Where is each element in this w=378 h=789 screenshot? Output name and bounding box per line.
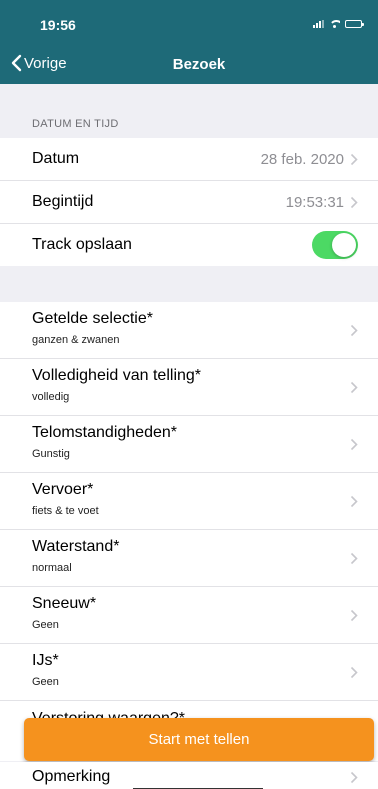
status-bar: 19:56 xyxy=(0,0,378,46)
remark-label: Opmerking xyxy=(32,768,111,785)
list-item[interactable]: Vervoer* fiets & te voet xyxy=(0,473,378,530)
row-label: Vervoer* xyxy=(32,481,94,498)
row-label: Sneeuw* xyxy=(32,595,97,612)
start-time-value: 19:53:31 xyxy=(285,194,344,211)
chevron-right-icon xyxy=(350,381,358,394)
chevron-right-icon xyxy=(350,771,358,784)
status-time: 19:56 xyxy=(40,17,76,33)
row-subtitle: ganzen & zwanen xyxy=(32,334,120,346)
row-subtitle: fiets & te voet xyxy=(32,505,99,517)
row-label: IJs* xyxy=(32,652,59,669)
start-counting-button[interactable]: Start met tellen xyxy=(24,718,374,761)
row-subtitle: normaal xyxy=(32,562,72,574)
chevron-right-icon xyxy=(350,153,358,166)
list-item[interactable]: Sneeuw* Geen xyxy=(0,587,378,644)
datetime-group: Datum 28 feb. 2020 Begintijd 19:53:31 Tr… xyxy=(0,138,378,267)
row-subtitle: Geen xyxy=(32,676,59,688)
chevron-right-icon xyxy=(350,666,358,679)
status-icons xyxy=(313,20,364,28)
count-details-group: Getelde selectie* ganzen & zwanen Volled… xyxy=(0,302,378,761)
row-subtitle: Geen xyxy=(32,619,59,631)
row-label: Waterstand* xyxy=(32,538,120,555)
toggle-knob xyxy=(332,233,356,257)
track-row: Track opslaan xyxy=(0,224,378,267)
start-time-row[interactable]: Begintijd 19:53:31 xyxy=(0,181,378,224)
date-label: Datum xyxy=(32,150,80,167)
list-item[interactable]: Getelde selectie* ganzen & zwanen xyxy=(0,302,378,359)
chevron-right-icon xyxy=(350,552,358,565)
chevron-right-icon xyxy=(350,609,358,622)
list-item[interactable]: Telomstandigheden* Gunstig xyxy=(0,416,378,473)
remark-row[interactable]: Opmerking xyxy=(0,762,378,789)
row-label: Volledigheid van telling* xyxy=(32,367,202,384)
section-gap xyxy=(0,266,378,302)
row-subtitle: Gunstig xyxy=(32,448,70,460)
start-time-label: Begintijd xyxy=(32,193,94,210)
chevron-right-icon xyxy=(350,324,358,337)
list-item[interactable]: IJs* Geen xyxy=(0,644,378,701)
chevron-right-icon xyxy=(350,438,358,451)
row-label: Getelde selectie* xyxy=(32,310,153,327)
chevron-right-icon xyxy=(350,196,358,209)
row-subtitle: volledig xyxy=(32,391,70,403)
battery-icon xyxy=(345,20,364,28)
track-label: Track opslaan xyxy=(32,236,132,253)
page-title: Bezoek xyxy=(172,56,226,73)
list-item[interactable]: Volledigheid van telling* volledig xyxy=(0,359,378,416)
list-item[interactable]: Waterstand* normaal xyxy=(0,530,378,587)
row-label: Telomstandigheden* xyxy=(32,424,177,441)
section-header-label: DATUM EN TIJD xyxy=(32,118,119,130)
chevron-right-icon xyxy=(350,495,358,508)
track-toggle[interactable] xyxy=(312,231,358,259)
wifi-icon xyxy=(329,20,340,28)
navigation-bar: Vorige Bezoek xyxy=(0,46,378,84)
signal-icon xyxy=(313,20,324,28)
date-value: 28 feb. 2020 xyxy=(260,151,344,168)
date-row[interactable]: Datum 28 feb. 2020 xyxy=(0,138,378,181)
section-header-datetime: DATUM EN TIJD xyxy=(0,84,378,138)
